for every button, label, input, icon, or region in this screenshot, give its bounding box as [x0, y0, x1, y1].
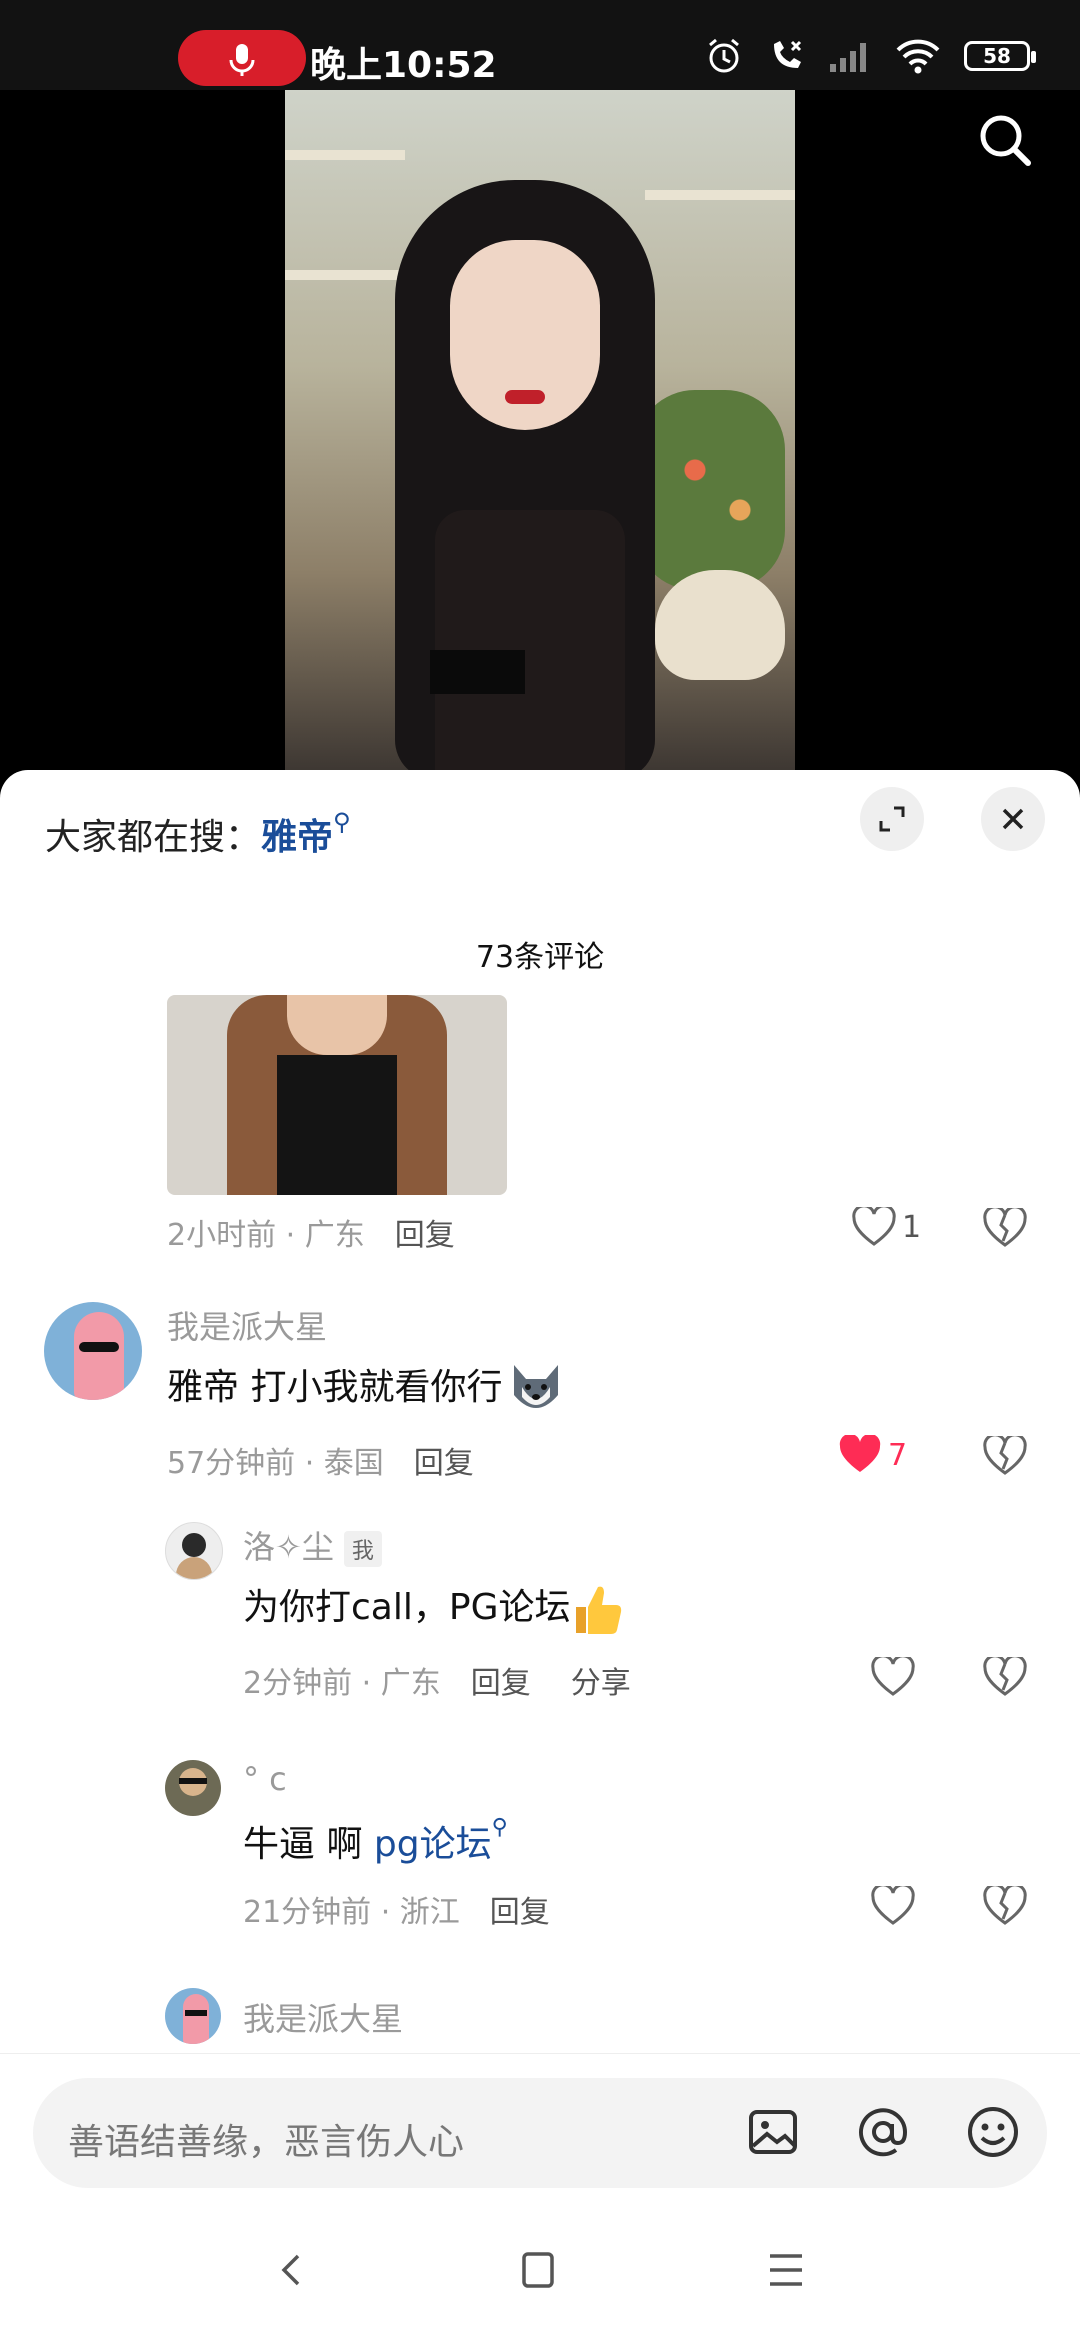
shelf [285, 270, 405, 280]
vase [655, 570, 785, 680]
search-small-icon: ⚲ [491, 1815, 508, 1840]
shelf [645, 190, 795, 200]
comment-location: 广东 [380, 1666, 441, 1701]
reply-button[interactable]: 回复 [395, 1218, 455, 1253]
comment-sheet: 大家都在搜：雅帝⚲ 73条评论 2小时前 · 广东 回复 1 我是派大星 雅帝 打… [0, 770, 1080, 2340]
thumbs-up-emoji-icon [576, 1586, 622, 1634]
avatar[interactable] [165, 1522, 223, 1580]
broken-heart-icon[interactable] [983, 1886, 1027, 1926]
comment-input-placeholder: 善语结善缘，恶言伤人心 [68, 2122, 465, 2163]
comment-text: 牛逼 啊 pg论坛⚲ [243, 1815, 508, 1865]
comment-text: 为你打call，PG论坛 [243, 1578, 624, 1637]
alarm-icon [709, 38, 739, 73]
me-badge: 我 [343, 1531, 382, 1567]
hot-search-prefix: 大家都在搜： [45, 817, 262, 858]
comment-meta: 2小时前 · 广东 回复 [167, 1218, 455, 1253]
mic-icon [229, 44, 255, 76]
commenter-name[interactable]: 我是派大星 [243, 1994, 403, 2040]
heart-outline-icon [852, 1207, 896, 1246]
status-time: 晚上10:52 [310, 45, 497, 86]
comment-text: 雅帝 打小我就看你行 [167, 1358, 566, 1417]
hot-search[interactable]: 大家都在搜：雅帝⚲ [45, 808, 351, 860]
back-icon[interactable] [262, 2250, 322, 2290]
comment-meta: 2分钟前 · 广东 回复 分享 [243, 1666, 631, 1701]
home-icon[interactable] [508, 2250, 568, 2290]
video-frame[interactable] [285, 90, 795, 780]
avatar-head [182, 1533, 206, 1557]
emoji-icon[interactable] [963, 2102, 1023, 2162]
search-small-icon: ⚲ [333, 808, 351, 836]
status-bar: 晚上10:52 58 [0, 0, 1080, 90]
comment-image[interactable] [167, 995, 507, 1195]
reply-button[interactable]: 回复 [471, 1666, 531, 1701]
heart-outline-icon[interactable] [871, 1886, 915, 1926]
avatar-figure [74, 1312, 124, 1400]
broken-heart-icon[interactable] [983, 1657, 1027, 1697]
husky-emoji-icon [514, 1365, 559, 1408]
person-lips [505, 390, 545, 404]
signal-icon [830, 43, 866, 72]
comment-count: 73条评论 [475, 940, 605, 975]
comment-time: 2分钟前 [243, 1666, 353, 1701]
broken-heart-icon[interactable] [983, 1436, 1027, 1476]
like-button[interactable]: 7 [838, 1435, 907, 1475]
flowers [635, 390, 785, 590]
avatar[interactable] [165, 1988, 221, 2044]
reply-button[interactable]: 回复 [414, 1446, 474, 1481]
expand-icon [879, 806, 905, 832]
censor-bar [430, 650, 525, 694]
navigation-bar [0, 2200, 1080, 2340]
avatar-glasses [179, 1778, 207, 1784]
share-button[interactable]: 分享 [571, 1666, 631, 1701]
comment-location: 浙江 [399, 1895, 460, 1930]
avatar-glasses [79, 1342, 119, 1352]
commenter-name[interactable]: 我是派大星 [167, 1302, 327, 1348]
avatar-body [176, 1557, 212, 1579]
commenter-name[interactable]: 洛✧尘我 [243, 1522, 382, 1568]
avatar[interactable] [165, 1760, 221, 1816]
comment-meta: 21分钟前 · 浙江 回复 [243, 1895, 550, 1930]
no-call-icon [774, 40, 802, 68]
expand-button[interactable] [860, 787, 924, 851]
image-icon[interactable] [743, 2102, 803, 2162]
battery-icon: 58 [964, 41, 1036, 71]
comment-time: 57分钟前 [167, 1446, 296, 1481]
close-button[interactable] [981, 787, 1045, 851]
like-count: 1 [902, 1209, 922, 1245]
menu-icon[interactable] [756, 2250, 816, 2290]
avatar-glasses [185, 2010, 207, 2016]
at-icon[interactable] [853, 2102, 913, 2162]
avatar-figure [183, 1994, 209, 2044]
like-count: 7 [888, 1437, 908, 1473]
status-icons: 58 [704, 36, 1036, 76]
comment-location: 泰国 [323, 1446, 384, 1481]
video-player[interactable] [0, 90, 1080, 780]
comment-input[interactable]: 善语结善缘，恶言伤人心 [33, 2078, 1047, 2188]
wifi-icon [896, 39, 940, 74]
avatar[interactable] [44, 1302, 142, 1400]
close-icon [1002, 808, 1024, 830]
like-button[interactable]: 1 [852, 1207, 921, 1247]
heart-filled-icon [839, 1435, 881, 1472]
heart-outline-icon[interactable] [871, 1657, 915, 1697]
image-shirt [277, 1055, 397, 1195]
image-face [287, 995, 387, 1055]
search-icon[interactable] [975, 110, 1035, 170]
reply-button[interactable]: 回复 [490, 1895, 550, 1930]
broken-heart-icon[interactable] [983, 1208, 1027, 1248]
comment-time: 2小时前 [167, 1218, 277, 1253]
commenter-name[interactable]: ° c [243, 1760, 287, 1798]
divider [0, 2053, 1080, 2054]
recording-indicator[interactable] [178, 30, 306, 86]
comment-time: 21分钟前 [243, 1895, 372, 1930]
shelf [285, 150, 405, 160]
search-link[interactable]: pg论坛 [374, 1824, 492, 1865]
comment-meta: 57分钟前 · 泰国 回复 [167, 1446, 474, 1481]
comment-location: 广东 [304, 1218, 365, 1253]
hot-search-keyword[interactable]: 雅帝 [261, 817, 333, 858]
person-dress [435, 510, 625, 780]
